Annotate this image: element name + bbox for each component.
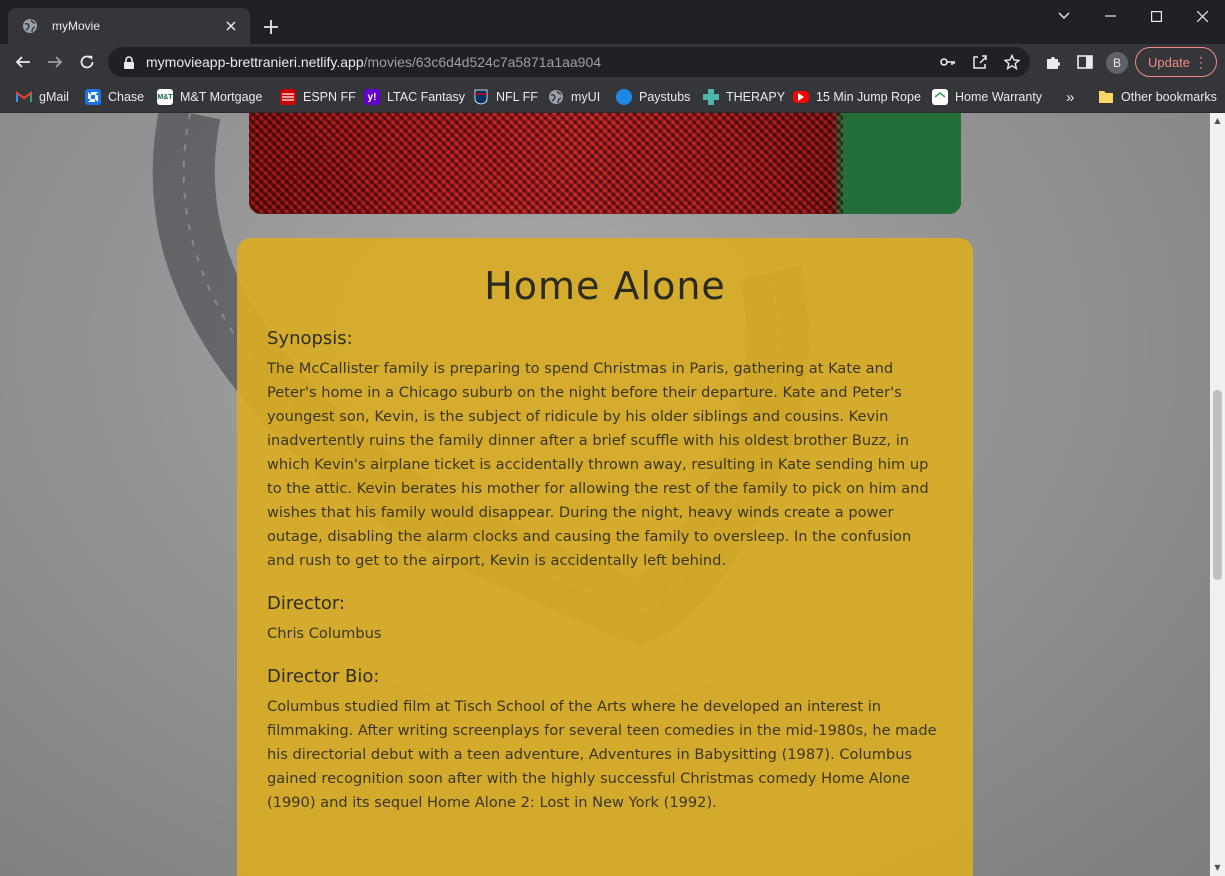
bookmark-label: Paystubs [639, 90, 691, 104]
bookmark-paystubs[interactable]: Paystubs [616, 85, 690, 109]
tab-search-chevron-down-icon[interactable] [1041, 0, 1087, 32]
bookmark-15-min-jump-rope[interactable]: 15 Min Jump Rope [793, 85, 921, 109]
bookmark-chase[interactable]: Chase [85, 85, 144, 109]
bookmark-label: M&T Mortgage [180, 90, 263, 104]
movie-title: Home Alone [484, 264, 726, 308]
url-host: mymovieapp-brettranieri.netlify.app [146, 54, 364, 70]
mt-icon: M&T [157, 89, 173, 105]
address-bar[interactable]: mymovieapp-brettranieri.netlify.app/movi… [108, 47, 1030, 77]
tab-title: myMovie [52, 19, 101, 33]
page-viewport: Home Alone Synopsis: The McCallister fam… [0, 113, 1225, 876]
bookmark-therapy[interactable]: THERAPY [703, 85, 785, 109]
bookmarks-overflow-button[interactable]: » [1066, 85, 1074, 109]
movie-detail-card: Home Alone Synopsis: The McCallister fam… [237, 238, 973, 876]
bookmark-gmail[interactable]: gMail [16, 85, 69, 109]
url-path: /movies/63c6d4d524c7a5871a1aa904 [363, 54, 602, 70]
folder-icon [1098, 89, 1114, 105]
more-menu-icon[interactable]: ⋮ [1194, 54, 1208, 70]
bookmark-label: myUI [571, 90, 601, 104]
bookmark-ltac-fantasy[interactable]: y! LTAC Fantasy [364, 85, 465, 109]
movie-poster-image [249, 113, 961, 214]
profile-avatar[interactable]: B [1106, 52, 1128, 74]
maximize-window-icon[interactable] [1133, 0, 1179, 32]
bookmark-label: Other bookmarks [1121, 90, 1217, 104]
bookmarks-bar: gMail Chase M&T M&T Mortgage ESPN FF y! … [0, 81, 1225, 113]
minimize-window-icon[interactable] [1087, 0, 1133, 32]
tab-mymovie[interactable]: myMovie [8, 8, 250, 44]
page-scrollbar[interactable]: ▲ ▼ [1210, 113, 1225, 876]
bookmark-label: Chase [108, 90, 145, 104]
browser-toolbar: mymovieapp-brettranieri.netlify.app/movi… [0, 44, 1225, 81]
lock-icon[interactable] [122, 55, 136, 69]
forward-arrow-icon[interactable] [41, 48, 69, 76]
synopsis-heading: Synopsis: [267, 328, 353, 349]
director-name: Chris Columbus [267, 625, 382, 642]
bookmark-espn-ff[interactable]: ESPN FF [280, 85, 356, 109]
tab-strip: myMovie [0, 0, 1225, 44]
reload-icon[interactable] [73, 48, 101, 76]
bookmark-label: 15 Min Jump Rope [816, 90, 921, 104]
therapy-icon [703, 89, 719, 105]
bookmark-nfl-ff[interactable]: NFL FF [473, 85, 538, 109]
other-bookmarks-folder[interactable]: Other bookmarks [1098, 85, 1217, 109]
director-heading: Director: [267, 593, 346, 614]
update-button[interactable]: Update ⋮ [1135, 47, 1217, 77]
home-warranty-icon [932, 89, 948, 105]
scrollbar-thumb[interactable] [1213, 390, 1222, 580]
bookmark-label: THERAPY [726, 90, 786, 104]
director-bio-heading: Director Bio: [267, 666, 380, 687]
close-tab-icon[interactable] [222, 17, 240, 35]
bookmark-label: LTAC Fantasy [387, 90, 466, 104]
director-bio-text: Columbus studied film at Tisch School of… [267, 698, 937, 811]
side-panel-icon[interactable] [1071, 48, 1099, 76]
bookmark-mt-mortgage[interactable]: M&T M&T Mortgage [157, 85, 262, 109]
bookmark-home-warranty[interactable]: Home Warranty [932, 85, 1042, 109]
new-tab-button[interactable] [260, 16, 282, 38]
bookmark-label: NFL FF [496, 90, 538, 104]
espn-icon [280, 89, 296, 105]
yahoo-icon: y! [364, 89, 380, 105]
globe-icon [548, 89, 564, 105]
extensions-puzzle-icon[interactable] [1039, 48, 1067, 76]
gmail-icon [16, 89, 32, 105]
globe-icon [22, 18, 38, 34]
close-window-icon[interactable] [1179, 0, 1225, 32]
key-icon[interactable] [938, 52, 958, 72]
youtube-icon [793, 91, 809, 103]
url-text: mymovieapp-brettranieri.netlify.app/movi… [146, 54, 601, 70]
synopsis-text: The McCallister family is preparing to s… [267, 360, 929, 569]
chase-icon [85, 89, 101, 105]
nfl-icon [473, 89, 489, 105]
bookmark-label: gMail [39, 90, 69, 104]
update-label: Update [1148, 54, 1190, 70]
bookmark-label: ESPN FF [303, 90, 356, 104]
star-bookmark-icon[interactable] [1002, 52, 1022, 72]
scroll-up-arrow-icon[interactable]: ▲ [1213, 115, 1222, 127]
scroll-down-arrow-icon[interactable]: ▼ [1213, 862, 1222, 874]
share-icon[interactable] [970, 52, 990, 72]
paystubs-icon [616, 89, 632, 105]
back-arrow-icon[interactable] [9, 48, 37, 76]
bookmark-myui[interactable]: myUI [548, 85, 600, 109]
bookmark-label: Home Warranty [955, 90, 1043, 104]
